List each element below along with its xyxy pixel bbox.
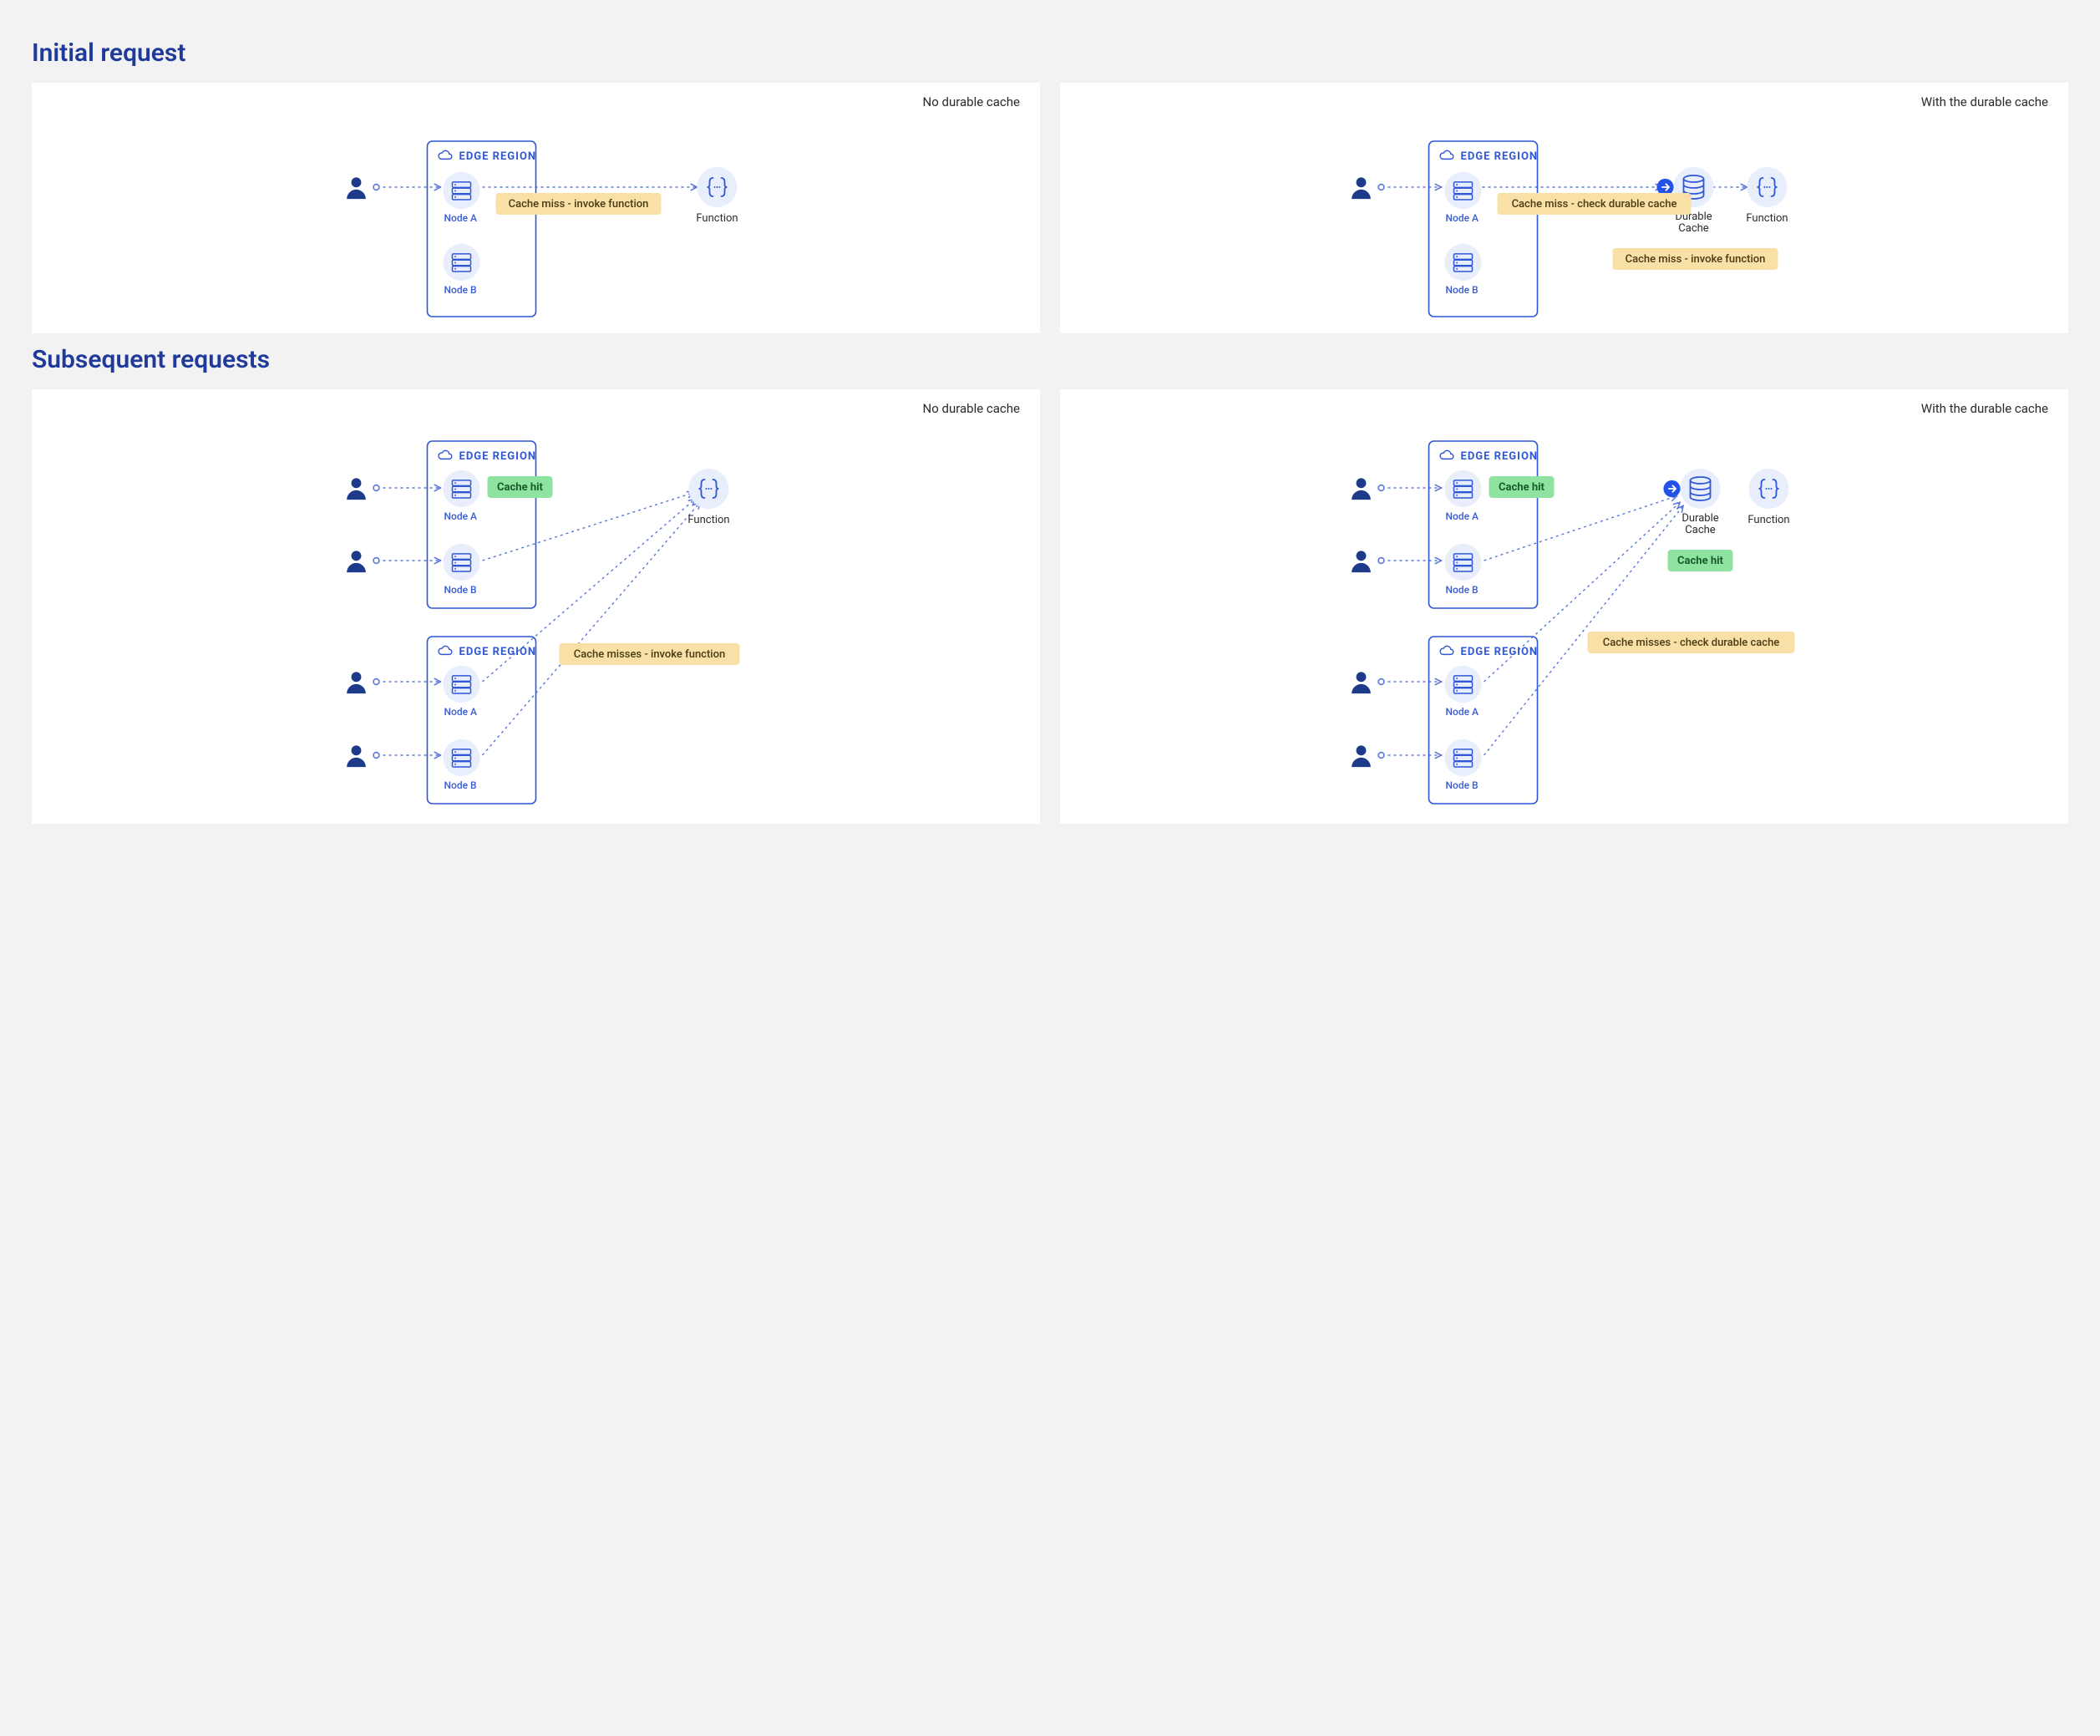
server-icon — [443, 470, 479, 507]
edge-region-label: EDGE REGION — [459, 646, 537, 658]
node-b-label: Node B — [444, 284, 477, 296]
server-icon — [1444, 470, 1481, 507]
server-icon — [443, 244, 479, 281]
row-initial: No durable cache EDGE REGION Node A Nod — [32, 83, 2068, 333]
diagram-initial-left: EDGE REGION Node A Node B Function Cache… — [32, 83, 1040, 333]
edge-region-label: EDGE REGION — [1461, 646, 1539, 658]
cloud-icon — [1440, 646, 1453, 654]
badge-cache-hit-text: Cache hit — [497, 481, 543, 494]
badge-cache-miss-text: Cache miss - invoke function — [1626, 253, 1766, 266]
edge-region-box — [428, 441, 536, 608]
edge-region-label: EDGE REGION — [459, 150, 537, 163]
user-icon — [347, 551, 366, 572]
function-icon — [1749, 469, 1789, 509]
node-b-label: Node B — [1446, 779, 1479, 791]
edge-region-label: EDGE REGION — [1461, 450, 1539, 463]
user-icon — [1352, 551, 1371, 572]
function-label: Function — [1746, 212, 1788, 225]
user-icon — [347, 745, 366, 767]
panel-initial-with-cache: With the durable cache EDGE REGION Node … — [1060, 83, 2068, 333]
edge-region-label: EDGE REGION — [459, 450, 537, 463]
node-b-label: Node B — [444, 584, 477, 596]
panel-title: No durable cache — [923, 94, 1020, 109]
panel-title: With the durable cache — [1921, 94, 2048, 109]
panel-title: With the durable cache — [1921, 401, 2048, 416]
edge-region-box — [428, 637, 536, 804]
badge-cache-hit-text: Cache hit — [1677, 555, 1723, 567]
user-icon — [1352, 745, 1371, 767]
server-icon — [443, 544, 479, 581]
badge-cache-miss-text: Cache misses - invoke function — [574, 648, 725, 661]
badge-cache-miss-text: Cache miss - invoke function — [509, 198, 649, 211]
server-icon — [443, 666, 479, 703]
user-icon — [1352, 478, 1371, 500]
diagram-subsequent-right: EDGE REGION Node A Node B EDGE REGION No… — [1060, 389, 2068, 824]
node-a-label: Node A — [444, 706, 477, 718]
function-label: Function — [696, 212, 738, 225]
cloud-icon — [1440, 150, 1453, 159]
function-icon — [689, 469, 729, 509]
user-icon — [347, 672, 366, 693]
dot-icon — [1378, 185, 1384, 190]
diagram-subsequent-left: EDGE REGION Node A Node B EDGE REGION No… — [32, 389, 1040, 824]
panel-subsequent-with-cache: With the durable cache — [1060, 389, 2068, 824]
node-b-label: Node B — [444, 779, 477, 791]
badge-cache-hit-text: Cache hit — [1499, 481, 1545, 494]
server-icon — [1444, 172, 1481, 209]
panel-initial-no-cache: No durable cache EDGE REGION Node A Nod — [32, 83, 1040, 333]
server-icon — [1444, 739, 1481, 776]
server-icon — [1444, 666, 1481, 703]
function-label: Function — [687, 514, 729, 526]
panel-title: No durable cache — [923, 401, 1020, 416]
dot-group — [373, 485, 379, 759]
node-a-label: Node A — [1446, 510, 1479, 522]
cloud-icon — [439, 646, 452, 654]
user-icon — [347, 177, 366, 199]
cloud-icon — [439, 150, 452, 159]
server-icon — [1444, 544, 1481, 581]
panel-subsequent-no-cache: No durable cache — [32, 389, 1040, 824]
node-b-label: Node B — [1446, 584, 1479, 596]
node-a-label: Node A — [1446, 212, 1479, 224]
node-b-label: Node B — [1446, 284, 1479, 296]
row-subsequent: No durable cache — [32, 389, 2068, 824]
function-label: Function — [1747, 514, 1789, 526]
diagram-initial-right: EDGE REGION Node A Node B DurableCache F… — [1060, 83, 2068, 333]
server-icon — [443, 172, 479, 209]
section-subsequent-title: Subsequent requests — [32, 345, 2068, 374]
cloud-icon — [1440, 450, 1453, 459]
dot-icon — [373, 185, 379, 190]
section-initial-title: Initial request — [32, 38, 2068, 68]
node-a-label: Node A — [444, 212, 477, 224]
dot-group — [1378, 485, 1384, 759]
user-icon — [1352, 672, 1371, 693]
user-icon — [347, 478, 366, 500]
arrow-disc-icon — [1663, 480, 1680, 497]
database-icon — [1681, 469, 1721, 509]
server-icon — [443, 739, 479, 776]
durable-cache-label: DurableCache — [1682, 512, 1718, 536]
edge-region-box — [1429, 637, 1538, 804]
edge-region-box — [1429, 441, 1538, 608]
node-a-label: Node A — [444, 510, 477, 522]
edge-region-label: EDGE REGION — [1461, 150, 1539, 163]
badge-cache-miss-text: Cache misses - check durable cache — [1603, 637, 1780, 649]
function-icon — [697, 167, 738, 207]
server-icon — [1444, 244, 1481, 281]
user-icon — [1352, 177, 1371, 199]
cloud-icon — [439, 450, 452, 459]
node-a-label: Node A — [1446, 706, 1479, 718]
function-icon — [1747, 167, 1788, 207]
badge-cache-miss-text: Cache miss - check durable cache — [1512, 198, 1677, 211]
